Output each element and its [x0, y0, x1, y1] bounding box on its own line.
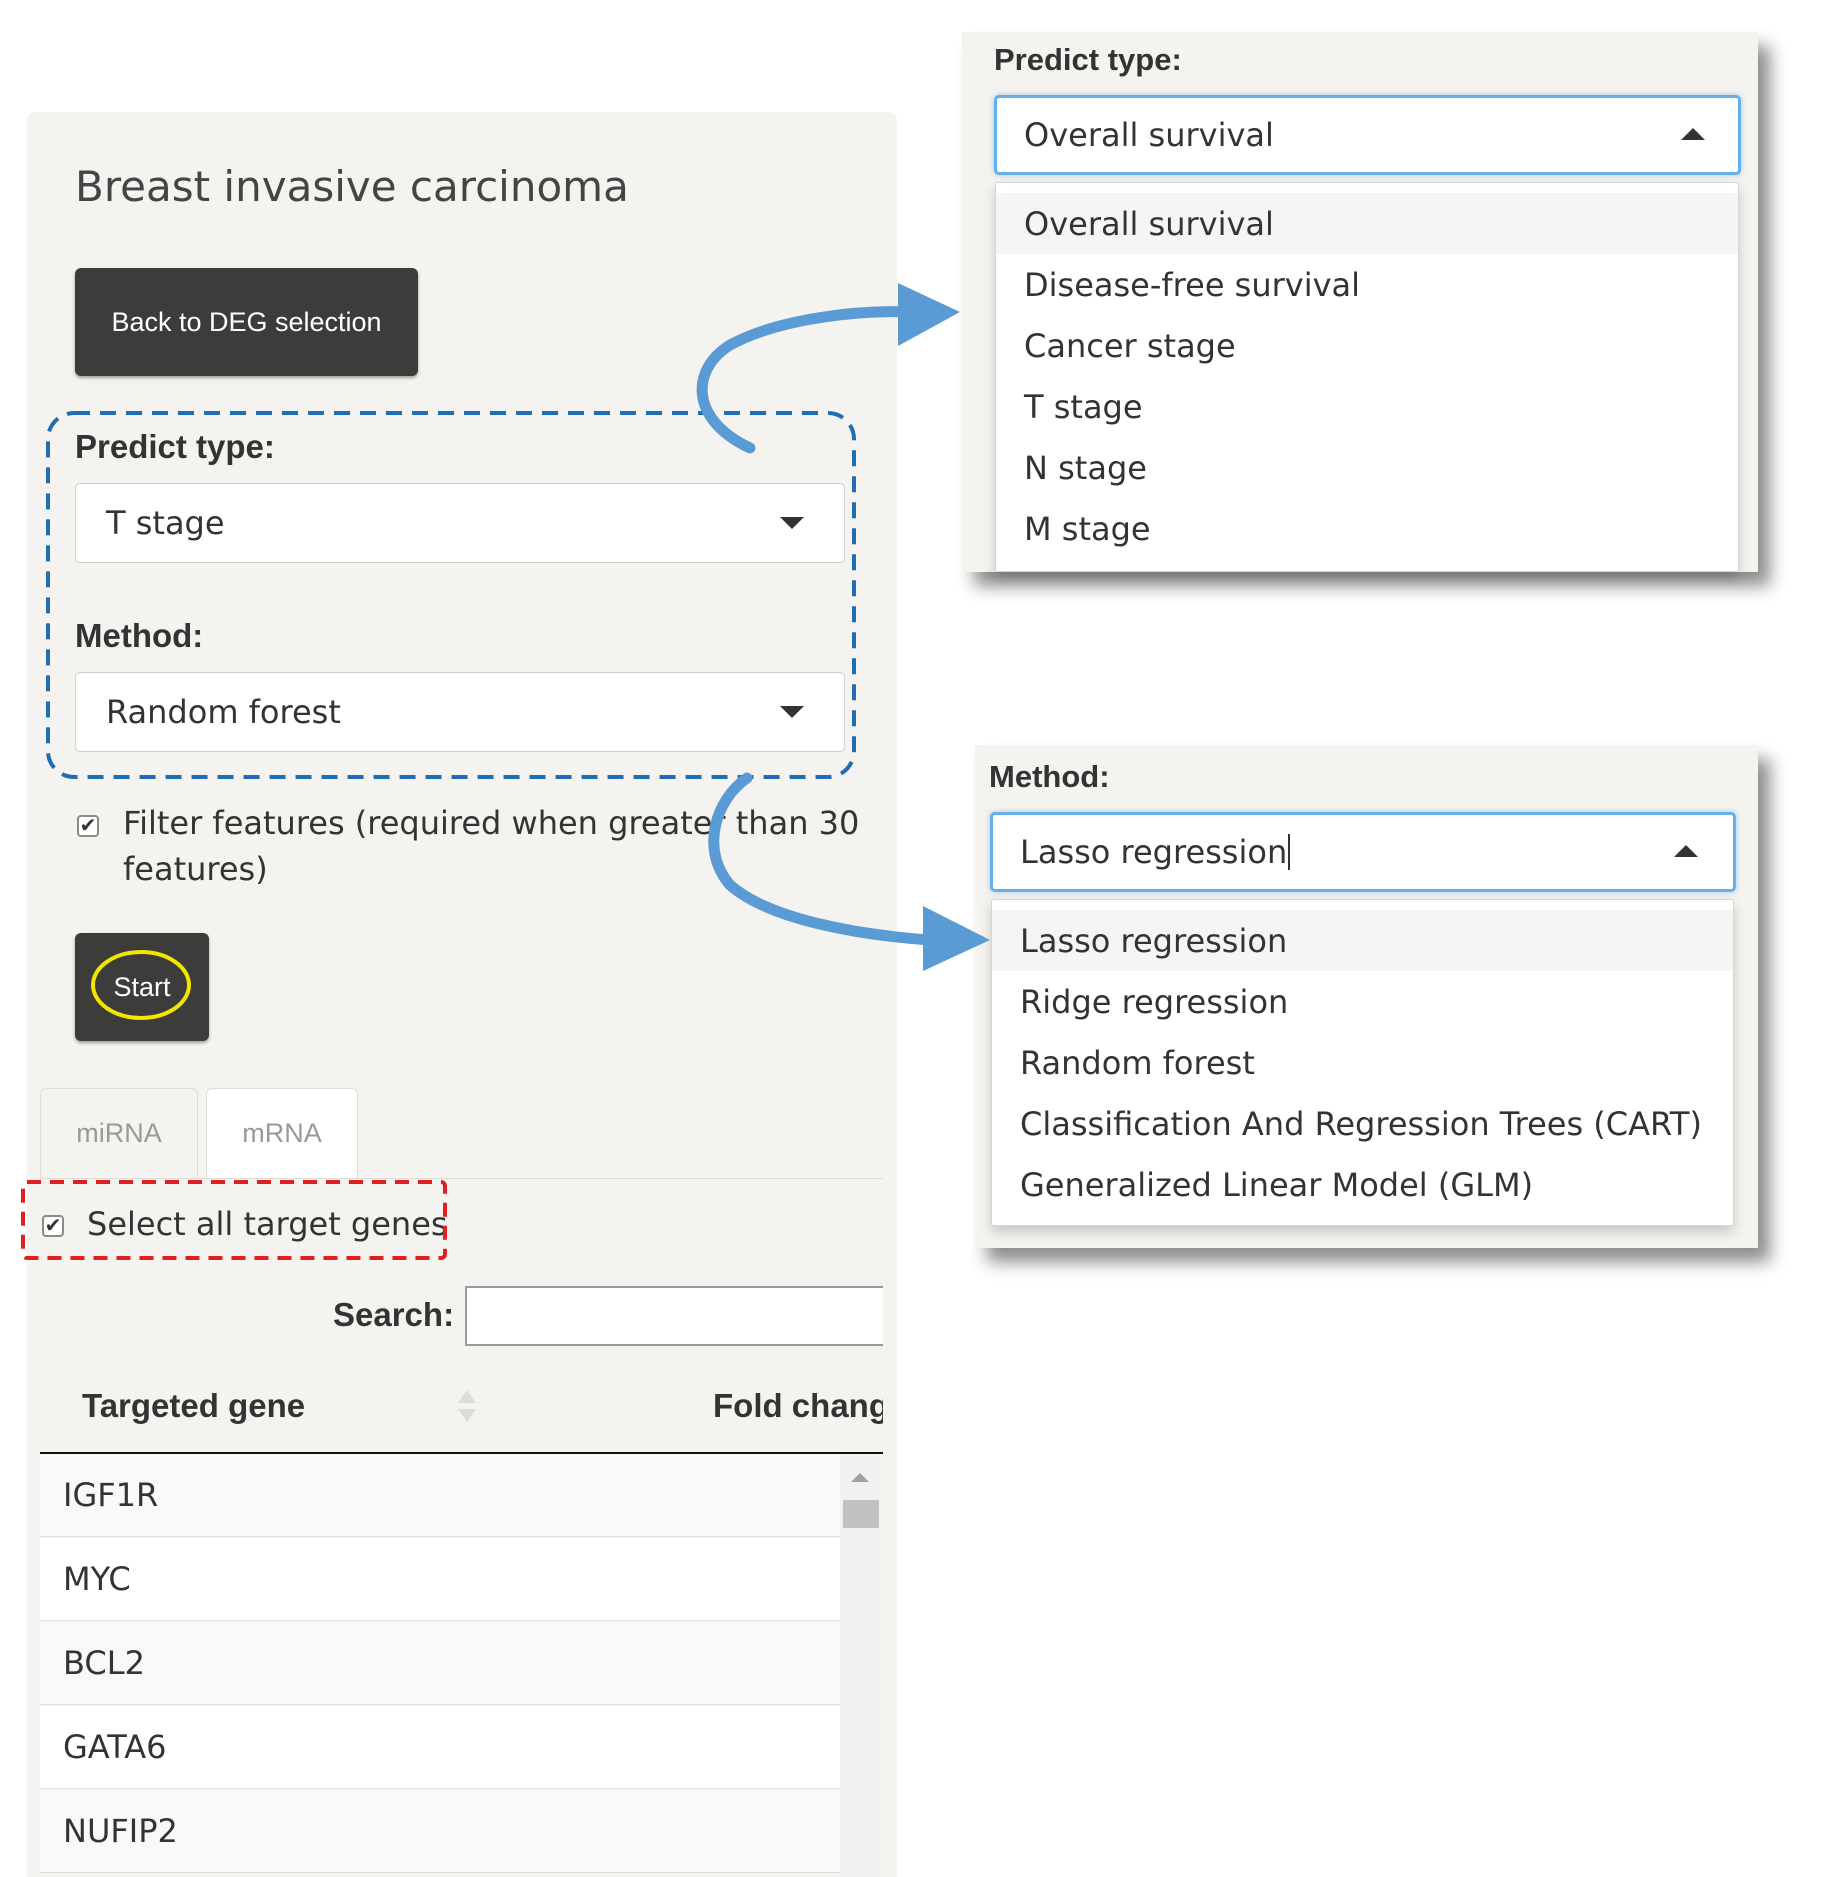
chevron-down-icon [780, 517, 804, 529]
text-cursor [1288, 834, 1291, 870]
gene-cell: MYC [63, 1560, 131, 1598]
table-row[interactable]: IGF1R [40, 1454, 840, 1537]
column-header-fold-change[interactable]: Fold chang [713, 1387, 883, 1425]
method-label: Method: [75, 617, 204, 654]
popup-method-select[interactable]: Lasso regression [990, 812, 1736, 892]
sort-icon[interactable] [455, 1388, 479, 1424]
option-overall-survival[interactable]: Overall survival [996, 193, 1738, 254]
method-value: Random forest [106, 693, 341, 731]
page-title: Breast invasive carcinoma [75, 162, 629, 211]
gene-cell: IGF1R [63, 1476, 159, 1514]
method-dropdown-menu: Lasso regression Ridge regression Random… [991, 899, 1734, 1226]
popup-predict-type-label: Predict type: [994, 42, 1182, 77]
table-row[interactable]: MYC [40, 1538, 840, 1621]
option-m-stage[interactable]: M stage [996, 498, 1738, 559]
gene-cell: GATA6 [63, 1728, 167, 1766]
table-row[interactable]: NUFIP2 [40, 1790, 840, 1873]
tab-mirna[interactable]: miRNA [40, 1088, 198, 1178]
check-icon: ✔ [79, 815, 97, 837]
option-random-forest[interactable]: Random forest [992, 1032, 1733, 1093]
filter-features-checkbox[interactable]: ✔ [77, 815, 99, 837]
start-button[interactable]: Start [75, 933, 209, 1041]
check-icon: ✔ [44, 1215, 62, 1237]
predict-type-dropdown-menu: Overall survival Disease-free survival C… [995, 182, 1739, 572]
option-cart[interactable]: Classification And Regression Trees (CAR… [992, 1093, 1733, 1154]
tab-mrna[interactable]: mRNA [206, 1088, 358, 1178]
chevron-up-icon [1681, 128, 1705, 140]
option-cancer-stage[interactable]: Cancer stage [996, 315, 1738, 376]
predict-type-label: Predict type: [75, 428, 275, 465]
popup-method-label: Method: [989, 759, 1110, 794]
search-input[interactable] [465, 1286, 883, 1346]
method-select[interactable]: Random forest [75, 672, 845, 752]
table-row[interactable]: GATA6 [40, 1706, 840, 1789]
chevron-up-icon [1674, 845, 1698, 857]
scroll-up-arrow-icon[interactable] [851, 1473, 869, 1482]
option-glm[interactable]: Generalized Linear Model (GLM) [992, 1154, 1733, 1215]
select-all-checkbox[interactable]: ✔ [42, 1215, 64, 1237]
popup-predict-type-select[interactable]: Overall survival [994, 95, 1741, 175]
option-lasso-regression[interactable]: Lasso regression [992, 910, 1733, 971]
back-to-deg-button[interactable]: Back to DEG selection [75, 268, 418, 376]
search-label: Search: [333, 1296, 455, 1333]
chevron-down-icon [780, 706, 804, 718]
scrollbar-thumb[interactable] [843, 1500, 879, 1528]
filter-features-label-line2: features) [123, 850, 268, 888]
gene-cell: NUFIP2 [63, 1812, 178, 1850]
screenshot-canvas: Breast invasive carcinoma Back to DEG se… [0, 0, 1823, 1877]
gene-cell: BCL2 [63, 1644, 145, 1682]
table-row[interactable]: BCL2 [40, 1622, 840, 1705]
option-disease-free-survival[interactable]: Disease-free survival [996, 254, 1738, 315]
select-all-label: Select all target genes [87, 1205, 448, 1243]
tab-divider [40, 1178, 883, 1179]
popup-predict-type-value: Overall survival [1024, 116, 1274, 154]
popup-method-value: Lasso regression [1020, 833, 1288, 871]
option-t-stage[interactable]: T stage [996, 376, 1738, 437]
option-n-stage[interactable]: N stage [996, 437, 1738, 498]
filter-features-label-line1: Filter features (required when greater t… [123, 804, 860, 842]
option-ridge-regression[interactable]: Ridge regression [992, 971, 1733, 1032]
column-header-targeted-gene[interactable]: Targeted gene [82, 1387, 305, 1425]
arrow-head-icon [898, 283, 960, 346]
predict-type-value: T stage [106, 504, 225, 542]
predict-type-select[interactable]: T stage [75, 483, 845, 563]
